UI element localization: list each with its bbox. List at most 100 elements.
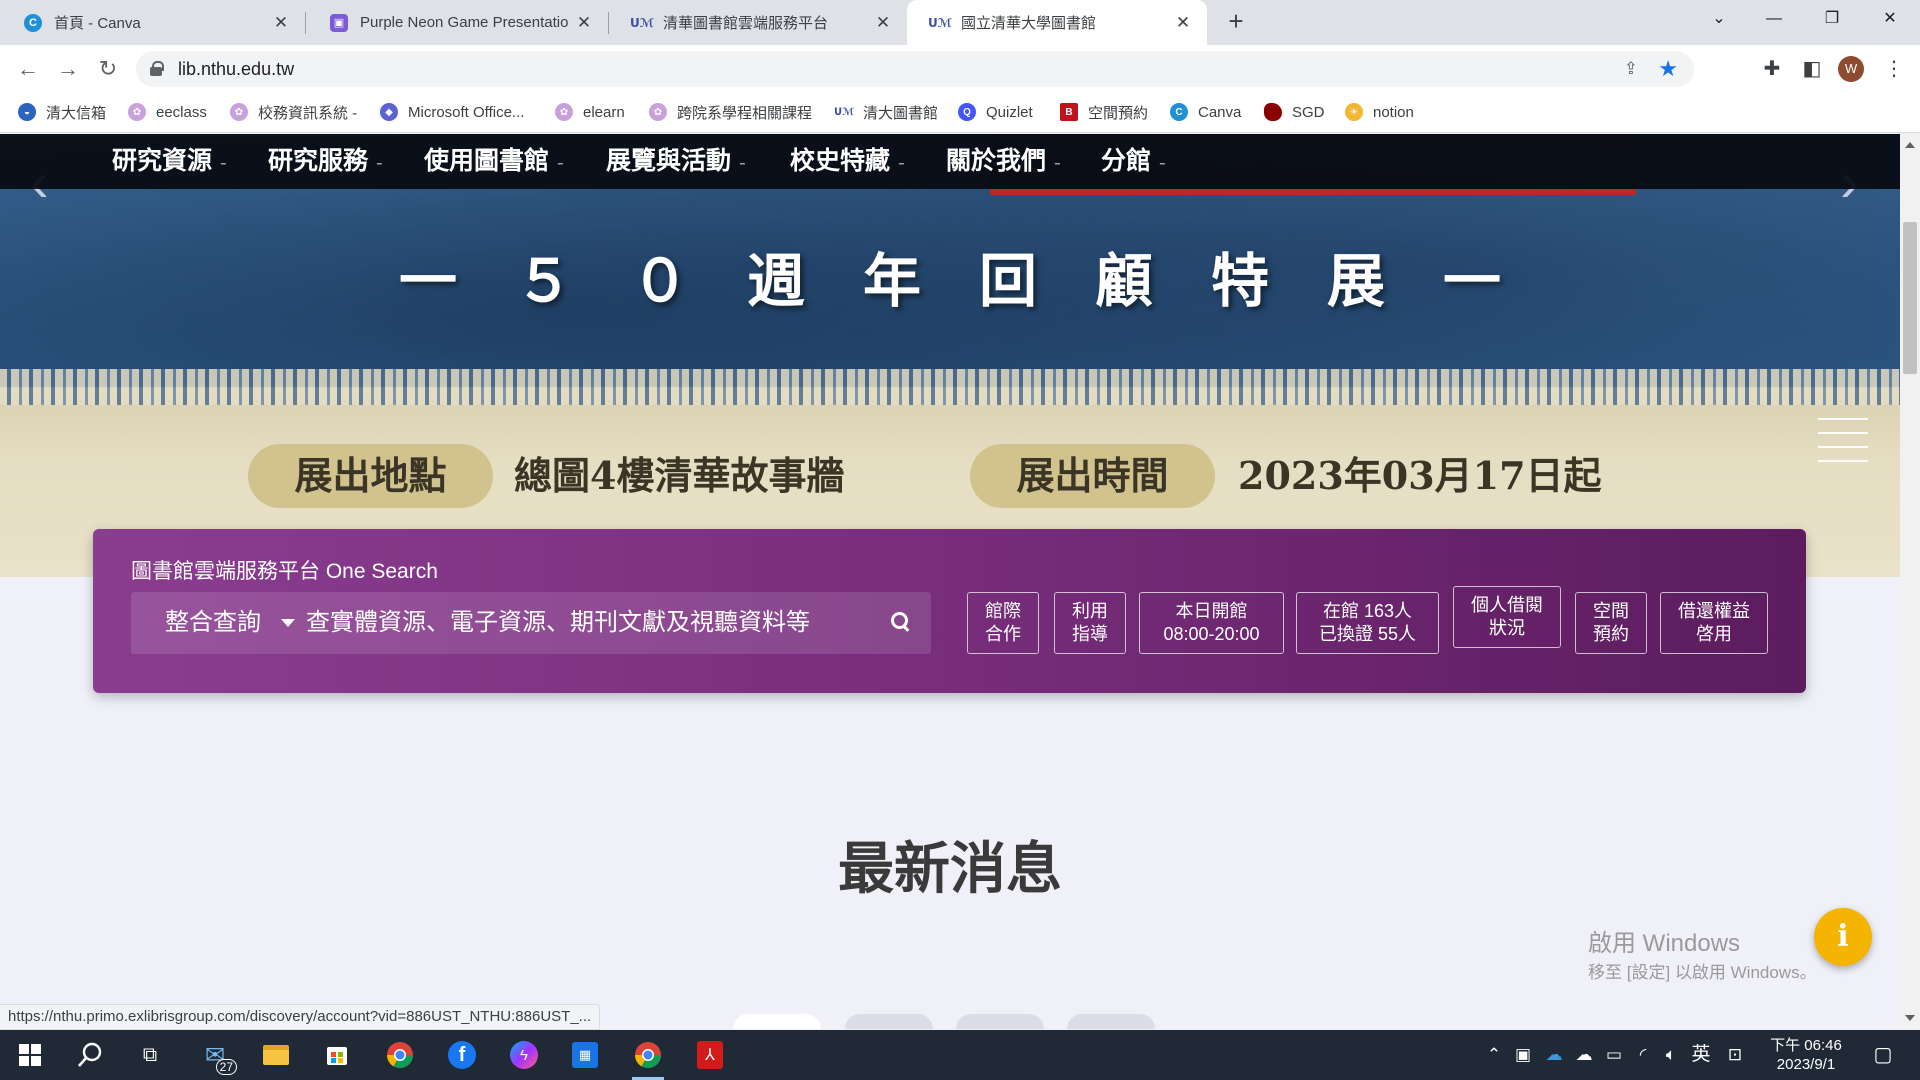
- user-guide-button[interactable]: 利用 指導: [1054, 592, 1126, 654]
- restore-button[interactable]: ❐: [1803, 0, 1861, 40]
- volume-icon[interactable]: 🔈︎: [1658, 1030, 1684, 1080]
- nav-use-library[interactable]: 使用圖書館 -: [424, 134, 564, 189]
- forward-arrow-icon[interactable]: →: [52, 53, 84, 85]
- taskbar-clock[interactable]: 下午 06:46 2023/9/1: [1760, 1036, 1852, 1074]
- search-icon[interactable]: [70, 1035, 110, 1075]
- chrome-profile-icon[interactable]: [380, 1035, 420, 1075]
- back-arrow-icon[interactable]: ←: [12, 53, 44, 85]
- mail-icon[interactable]: ✉ 27: [195, 1035, 237, 1075]
- bookmark-canva[interactable]: C Canva: [1170, 92, 1241, 132]
- caret-down-icon[interactable]: [281, 619, 295, 627]
- nav-special-collections[interactable]: 校史特藏 -: [790, 134, 905, 189]
- interlibrary-loan-button[interactable]: 館際 合作: [967, 592, 1039, 654]
- address-bar[interactable]: lib.nthu.edu.tw ⇪ ★: [136, 51, 1694, 87]
- side-panel-icon[interactable]: ◧: [1798, 55, 1826, 83]
- tray-overflow-chevron-icon[interactable]: ⌃: [1482, 1030, 1506, 1080]
- bookmark-label: Canva: [1198, 103, 1242, 121]
- meet-now-icon[interactable]: ▣: [1510, 1030, 1536, 1080]
- news-tab[interactable]: [1067, 1014, 1155, 1029]
- canva-icon: C: [24, 13, 42, 32]
- borrowing-rights-button[interactable]: 借還權益 啓用: [1660, 592, 1768, 654]
- notion-icon: ☀: [1345, 103, 1363, 121]
- extensions-icon[interactable]: ✚: [1758, 55, 1786, 83]
- tab-nthu-library[interactable]: ᑌℳ 國立清華大學圖書館 ✕: [907, 0, 1207, 45]
- chrome-icon[interactable]: [628, 1035, 668, 1080]
- news-tab[interactable]: [733, 1014, 821, 1029]
- bookmark-elearn[interactable]: ✿ elearn: [555, 92, 625, 132]
- close-window-button[interactable]: ✕: [1861, 0, 1919, 40]
- nav-research-services[interactable]: 研究服務 -: [268, 134, 383, 189]
- bookmark-office[interactable]: ◆ Microsoft Office...: [380, 92, 524, 132]
- close-tab-icon[interactable]: ✕: [873, 13, 893, 33]
- ime-indicator[interactable]: 英: [1688, 1030, 1714, 1080]
- search-scope-select[interactable]: 整合查詢: [165, 592, 261, 654]
- menu-kebab-icon[interactable]: ⋮: [1880, 55, 1908, 83]
- close-tab-icon[interactable]: ✕: [271, 13, 291, 33]
- bookmark-program[interactable]: ✿ 跨院系學程相關課程: [649, 92, 812, 132]
- news-tab[interactable]: [956, 1014, 1044, 1029]
- minimize-button[interactable]: —: [1745, 0, 1803, 40]
- bookmark-quizlet[interactable]: Q Quizlet: [958, 92, 1033, 132]
- quizlet-icon: Q: [958, 103, 976, 121]
- news-tab[interactable]: [845, 1014, 933, 1029]
- file-explorer-icon[interactable]: [256, 1035, 296, 1075]
- ime-mode-icon[interactable]: ⊡: [1722, 1030, 1748, 1080]
- facebook-icon[interactable]: f: [442, 1035, 482, 1075]
- acrobat-icon[interactable]: ⅄: [690, 1035, 730, 1075]
- bookmark-school-system[interactable]: ✿ 校務資訊系統 -: [230, 92, 357, 132]
- scroll-up-arrow-icon[interactable]: [1905, 142, 1915, 148]
- bookmark-eeclass[interactable]: ✿ eeclass: [128, 92, 207, 132]
- url-text[interactable]: lib.nthu.edu.tw: [178, 51, 294, 87]
- bookmark-nthu-mail[interactable]: ◒ 清大信箱: [18, 92, 106, 132]
- new-tab-button[interactable]: +: [1220, 6, 1252, 38]
- messenger-icon[interactable]: ϟ: [504, 1035, 544, 1075]
- task-view-icon[interactable]: ⧉: [130, 1035, 170, 1075]
- info-icon[interactable]: i: [1814, 908, 1872, 966]
- opening-hours-button[interactable]: 本日開館 08:00-20:00: [1139, 592, 1284, 654]
- calendar-icon[interactable]: ▦: [565, 1035, 605, 1075]
- microsoft-store-icon[interactable]: [317, 1035, 357, 1075]
- hero-banner[interactable]: 一 ５ ０ 週 年 回 顧 特 展 一 展出地點 總圖4樓清華故事牆 展出時間 …: [0, 134, 1900, 577]
- tab-canva-home[interactable]: C 首頁 - Canva ✕: [0, 0, 305, 45]
- wifi-icon[interactable]: ◜: [1630, 1030, 1656, 1080]
- scroll-down-arrow-icon[interactable]: [1905, 1015, 1915, 1021]
- nav-about-us[interactable]: 關於我們 -: [946, 134, 1061, 189]
- reload-icon[interactable]: ↻: [92, 53, 124, 85]
- space-booking-button[interactable]: 空間 預約: [1575, 592, 1647, 654]
- share-icon[interactable]: ⇪: [1624, 59, 1638, 79]
- my-loans-button[interactable]: 個人借閱 狀況: [1453, 586, 1561, 648]
- nav-research-resources[interactable]: 研究資源 -: [112, 134, 227, 189]
- latest-news-heading: 最新消息: [838, 837, 1062, 902]
- bookmark-space-booking[interactable]: B 空間預約: [1060, 92, 1148, 132]
- bookmark-label: Microsoft Office...: [408, 103, 525, 121]
- search-box: 整合查詢 查實體資源、電子資源、期刊文獻及視聽資料等: [131, 592, 931, 654]
- windows-start-icon[interactable]: [10, 1035, 50, 1075]
- nav-branches[interactable]: 分館 -: [1101, 134, 1166, 189]
- tab-purple-neon[interactable]: ▣ Purple Neon Game Presentatio ✕: [306, 0, 608, 45]
- search-icon[interactable]: [889, 610, 913, 634]
- onedrive-personal-icon[interactable]: ☁: [1570, 1030, 1598, 1080]
- bookmark-notion[interactable]: ☀ notion: [1345, 92, 1414, 132]
- bookmark-sgd[interactable]: SGD: [1264, 92, 1325, 132]
- tab-strip: C 首頁 - Canva ✕ ▣ Purple Neon Game Presen…: [0, 0, 1920, 45]
- close-tab-icon[interactable]: ✕: [574, 13, 594, 33]
- school-system-icon: ✿: [230, 103, 248, 121]
- lock-icon[interactable]: [150, 61, 164, 76]
- occupancy-button[interactable]: 在館 163人 已換證 55人: [1296, 592, 1439, 654]
- scrollbar-thumb[interactable]: [1903, 222, 1917, 374]
- tab-library-cloud[interactable]: ᑌℳ 清華圖書館雲端服務平台 ✕: [609, 0, 907, 45]
- tab-search-chevron-icon[interactable]: ⌄: [1690, 0, 1748, 40]
- site-nav: 研究資源 - 研究服務 - 使用圖書館 - 展覽與活動 - 校史特藏 - 關於我們 - 分館…: [0, 134, 1900, 189]
- bookmark-nthu-library[interactable]: ᑌℳ 清大圖書館: [834, 92, 938, 132]
- page-scrollbar[interactable]: [1900, 134, 1920, 1029]
- profile-avatar[interactable]: W: [1838, 56, 1864, 82]
- notifications-icon[interactable]: ▢: [1868, 1030, 1898, 1080]
- onedrive-icon[interactable]: ☁: [1540, 1030, 1568, 1080]
- search-input[interactable]: 查實體資源、電子資源、期刊文獻及視聽資料等: [306, 592, 866, 654]
- close-tab-icon[interactable]: ✕: [1173, 13, 1193, 33]
- battery-icon[interactable]: ▭: [1600, 1030, 1628, 1080]
- hamburger-menu-icon[interactable]: [1818, 412, 1868, 466]
- status-bar-url: https://nthu.primo.exlibrisgroup.com/dis…: [0, 1004, 601, 1030]
- bookmark-star-icon[interactable]: ★: [1658, 56, 1678, 82]
- nav-exhibitions-events[interactable]: 展覽與活動 -: [606, 134, 746, 189]
